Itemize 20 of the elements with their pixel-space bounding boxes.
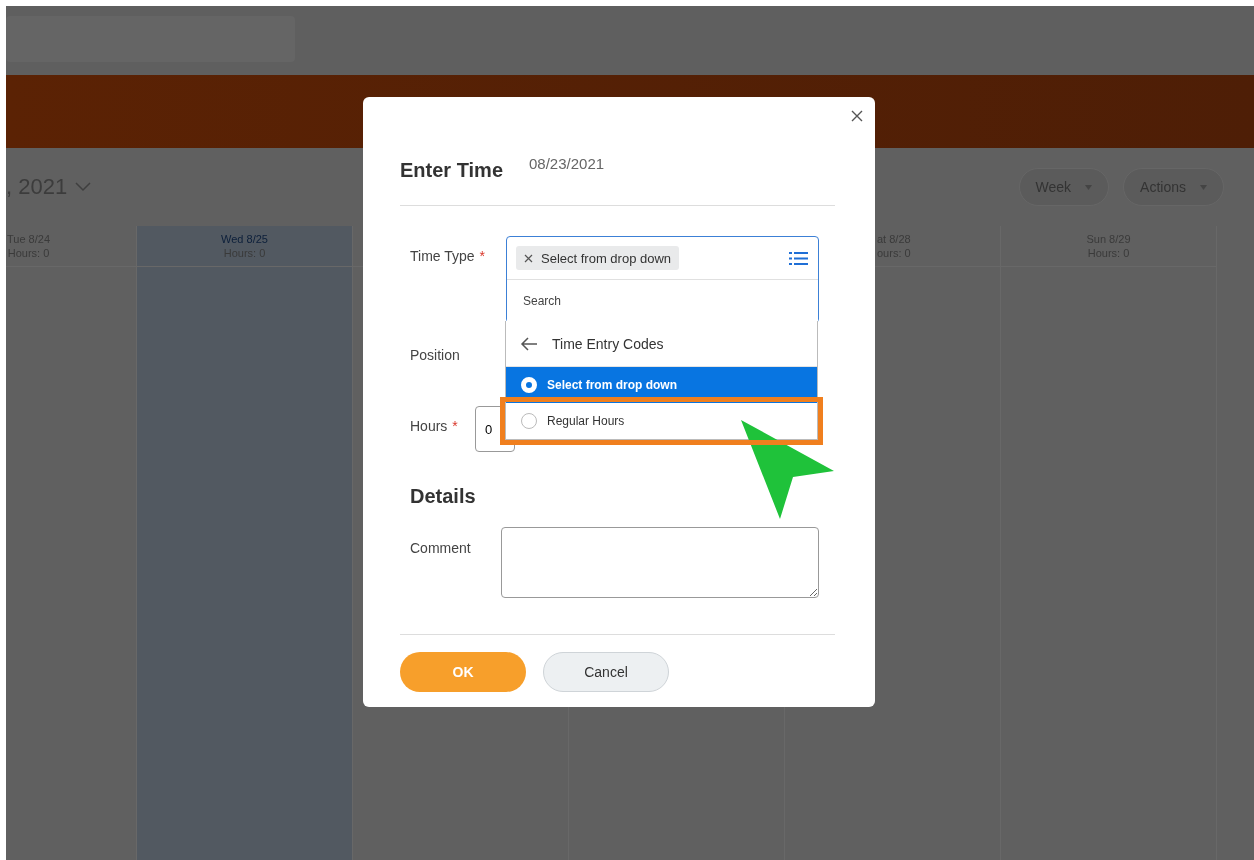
radio-button[interactable] [521, 413, 537, 429]
list-icon[interactable] [789, 250, 808, 266]
remove-icon[interactable] [524, 253, 533, 263]
comment-field[interactable] [501, 527, 819, 598]
required-mark: * [452, 418, 458, 434]
arrow-left-icon[interactable] [520, 336, 538, 351]
field-label: Position [410, 347, 460, 363]
section-heading: Details [409, 485, 477, 508]
field-label: Hours [410, 418, 448, 434]
dialog-title: Enter Time [400, 159, 503, 182]
close-button[interactable] [851, 110, 863, 122]
field-label: Time Type [410, 248, 475, 264]
chevron-down-icon[interactable] [75, 182, 92, 192]
required-mark: * [479, 248, 486, 264]
dialog-date: 08/23/2021 [529, 155, 605, 172]
time-type-field[interactable]: Select from drop down Search [506, 236, 819, 323]
cancel-button[interactable]: Cancel [543, 652, 669, 692]
field-label: Comment [410, 540, 471, 556]
selected-chip[interactable]: Select from drop down [516, 246, 680, 270]
day-label[interactable]: Wed 8/25 [221, 233, 268, 245]
